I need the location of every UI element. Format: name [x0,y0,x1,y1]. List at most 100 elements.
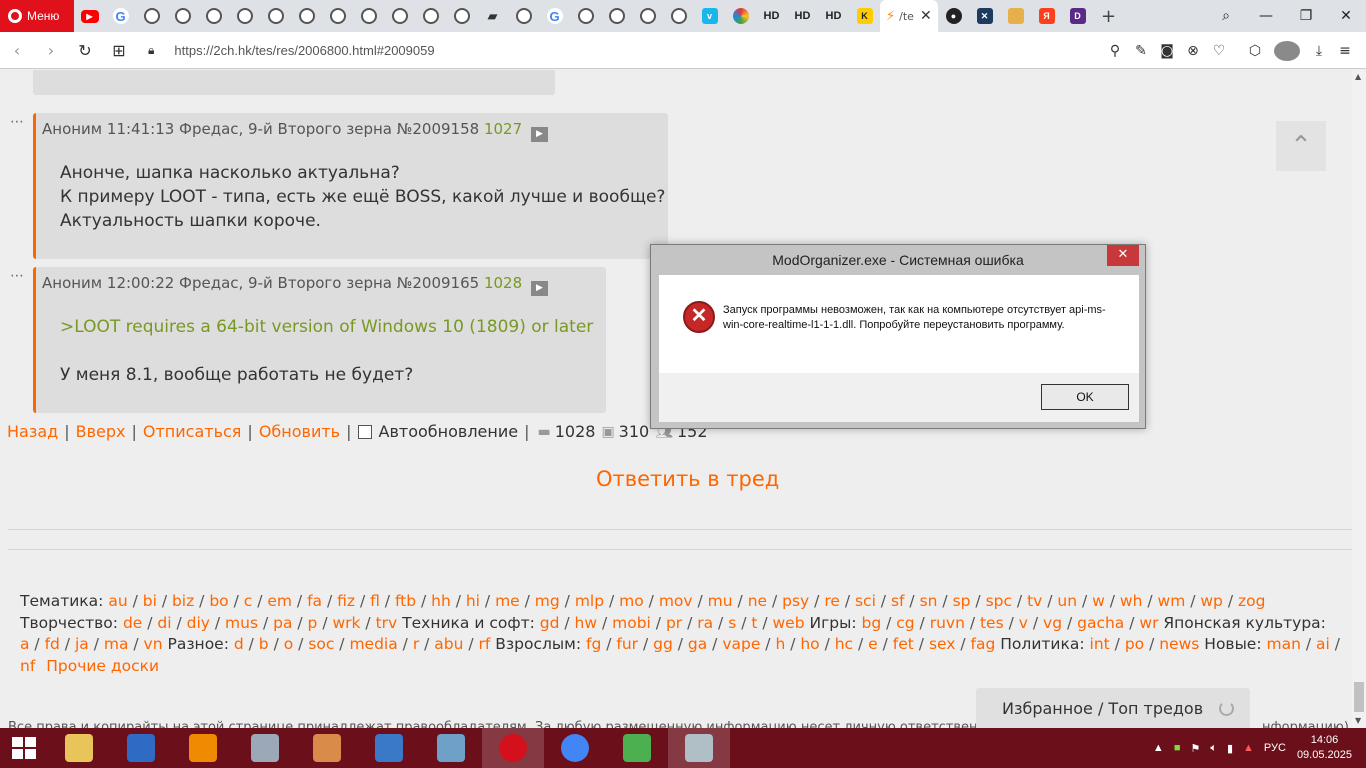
board-link[interactable]: tv [1027,592,1042,610]
taskbar-app[interactable] [420,728,482,768]
board-link[interactable]: wh [1120,592,1143,610]
board-link[interactable]: mu [708,592,733,610]
signal-icon[interactable]: ▮ [1227,742,1233,755]
back-link[interactable]: Назад [7,422,58,441]
board-link[interactable]: ai [1316,635,1330,653]
board-link[interactable]: wm [1158,592,1186,610]
clock[interactable]: 14:06 09.05.2025 [1297,733,1352,763]
board-link[interactable]: pa [273,614,292,632]
tab[interactable]: v [694,0,725,32]
close-window-button[interactable]: ✕ [1326,8,1366,24]
taskbar-app[interactable] [172,728,234,768]
tab[interactable] [198,0,229,32]
board-link[interactable]: e [868,635,878,653]
board-link[interactable]: sex [929,635,956,653]
scroll-down-arrow-icon[interactable]: ▼ [1355,716,1361,725]
board-link[interactable]: news [1159,635,1199,653]
board-link[interactable]: mlp [575,592,604,610]
board-link[interactable]: wrk [332,614,360,632]
action-center-icon[interactable]: ⚑ [1190,742,1200,755]
tab[interactable]: ▰ [477,0,508,32]
tab-app-2[interactable] [1000,0,1031,32]
tab[interactable]: G [105,0,136,32]
tab[interactable] [415,0,446,32]
board-link[interactable]: c [244,592,253,610]
board-link[interactable]: ruvn [930,614,965,632]
board-link[interactable]: trv [376,614,398,632]
taskbar-app[interactable] [110,728,172,768]
board-link[interactable]: hc [835,635,853,653]
board-link[interactable]: p [308,614,318,632]
tab[interactable]: HD [756,0,787,32]
board-link[interactable]: de [123,614,142,632]
board-link[interactable]: o [284,635,293,653]
network-icon[interactable]: ▲ [1243,742,1254,754]
refresh-link[interactable]: Обновить [259,422,340,441]
board-link[interactable]: gg [653,635,673,653]
volume-icon[interactable]: 🔈︎ [1210,742,1217,755]
up-link[interactable]: Вверх [76,422,126,441]
tab[interactable]: G [539,0,570,32]
board-link[interactable]: b [259,635,269,653]
board-link[interactable]: w [1092,592,1105,610]
board-link[interactable]: rf [479,635,491,653]
board-link[interactable]: ma [104,635,129,653]
browser-menu-button[interactable]: Меню [0,0,74,32]
tab[interactable] [136,0,167,32]
board-link[interactable]: gacha [1077,614,1124,632]
edit-icon[interactable]: ✎ [1128,43,1154,59]
tab[interactable] [663,0,694,32]
board-link[interactable]: sci [855,592,876,610]
board-link[interactable]: h [775,635,785,653]
board-link[interactable]: sp [953,592,971,610]
board-link[interactable]: web [773,614,805,632]
board-link[interactable]: wr [1139,614,1158,632]
board-link[interactable]: ra [697,614,713,632]
board-link[interactable]: cg [896,614,914,632]
tab[interactable] [322,0,353,32]
zoom-icon[interactable]: ⚲ [1102,43,1128,59]
close-tab-icon[interactable]: ✕ [920,8,932,24]
unsubscribe-link[interactable]: Отписаться [143,422,242,441]
board-link[interactable]: hh [431,592,451,610]
taskbar-app[interactable] [296,728,358,768]
board-link[interactable]: ho [800,635,819,653]
search-tabs-icon[interactable]: ⌕ [1206,8,1246,24]
download-icon[interactable]: ⤓ [1306,43,1332,59]
board-link[interactable]: fet [893,635,914,653]
board-link[interactable]: re [824,592,840,610]
scroll-up-arrow-icon[interactable]: ▲ [1355,72,1361,81]
tab[interactable] [384,0,415,32]
other-boards-link[interactable]: Прочие доски [46,657,159,675]
tab[interactable]: HD [787,0,818,32]
menu-lines-icon[interactable]: ≡ [1332,43,1358,59]
minimize-button[interactable]: — [1246,8,1286,24]
tab[interactable]: K [849,0,880,32]
board-link[interactable]: zog [1238,592,1265,610]
board-link[interactable]: mov [659,592,693,610]
tray-arrow-icon[interactable]: ▲ [1153,742,1164,754]
camera-icon[interactable]: ◙ [1154,43,1180,59]
tab[interactable] [570,0,601,32]
tab-d[interactable]: D [1062,0,1093,32]
board-link[interactable]: pr [666,614,682,632]
board-link[interactable]: mus [225,614,258,632]
start-button[interactable] [0,728,48,768]
board-link[interactable]: fa [307,592,322,610]
board-link[interactable]: d [234,635,244,653]
board-link[interactable]: spc [986,592,1012,610]
board-link[interactable]: ga [688,635,707,653]
cube-icon[interactable]: ⬡ [1242,43,1268,59]
board-link[interactable]: vg [1043,614,1062,632]
play-icon[interactable]: ▶ [530,127,548,142]
tab-github[interactable]: ● [938,0,969,32]
lock-icon[interactable]: 🔒︎ [148,43,154,58]
board-link[interactable]: diy [187,614,210,632]
board-link[interactable]: soc [308,635,334,653]
tab[interactable] [446,0,477,32]
board-link[interactable]: bg [861,614,881,632]
board-link[interactable]: mg [535,592,560,610]
reload-icon[interactable]: ↻ [68,41,102,60]
taskbar-app[interactable] [48,728,110,768]
board-link[interactable]: mobi [612,614,651,632]
